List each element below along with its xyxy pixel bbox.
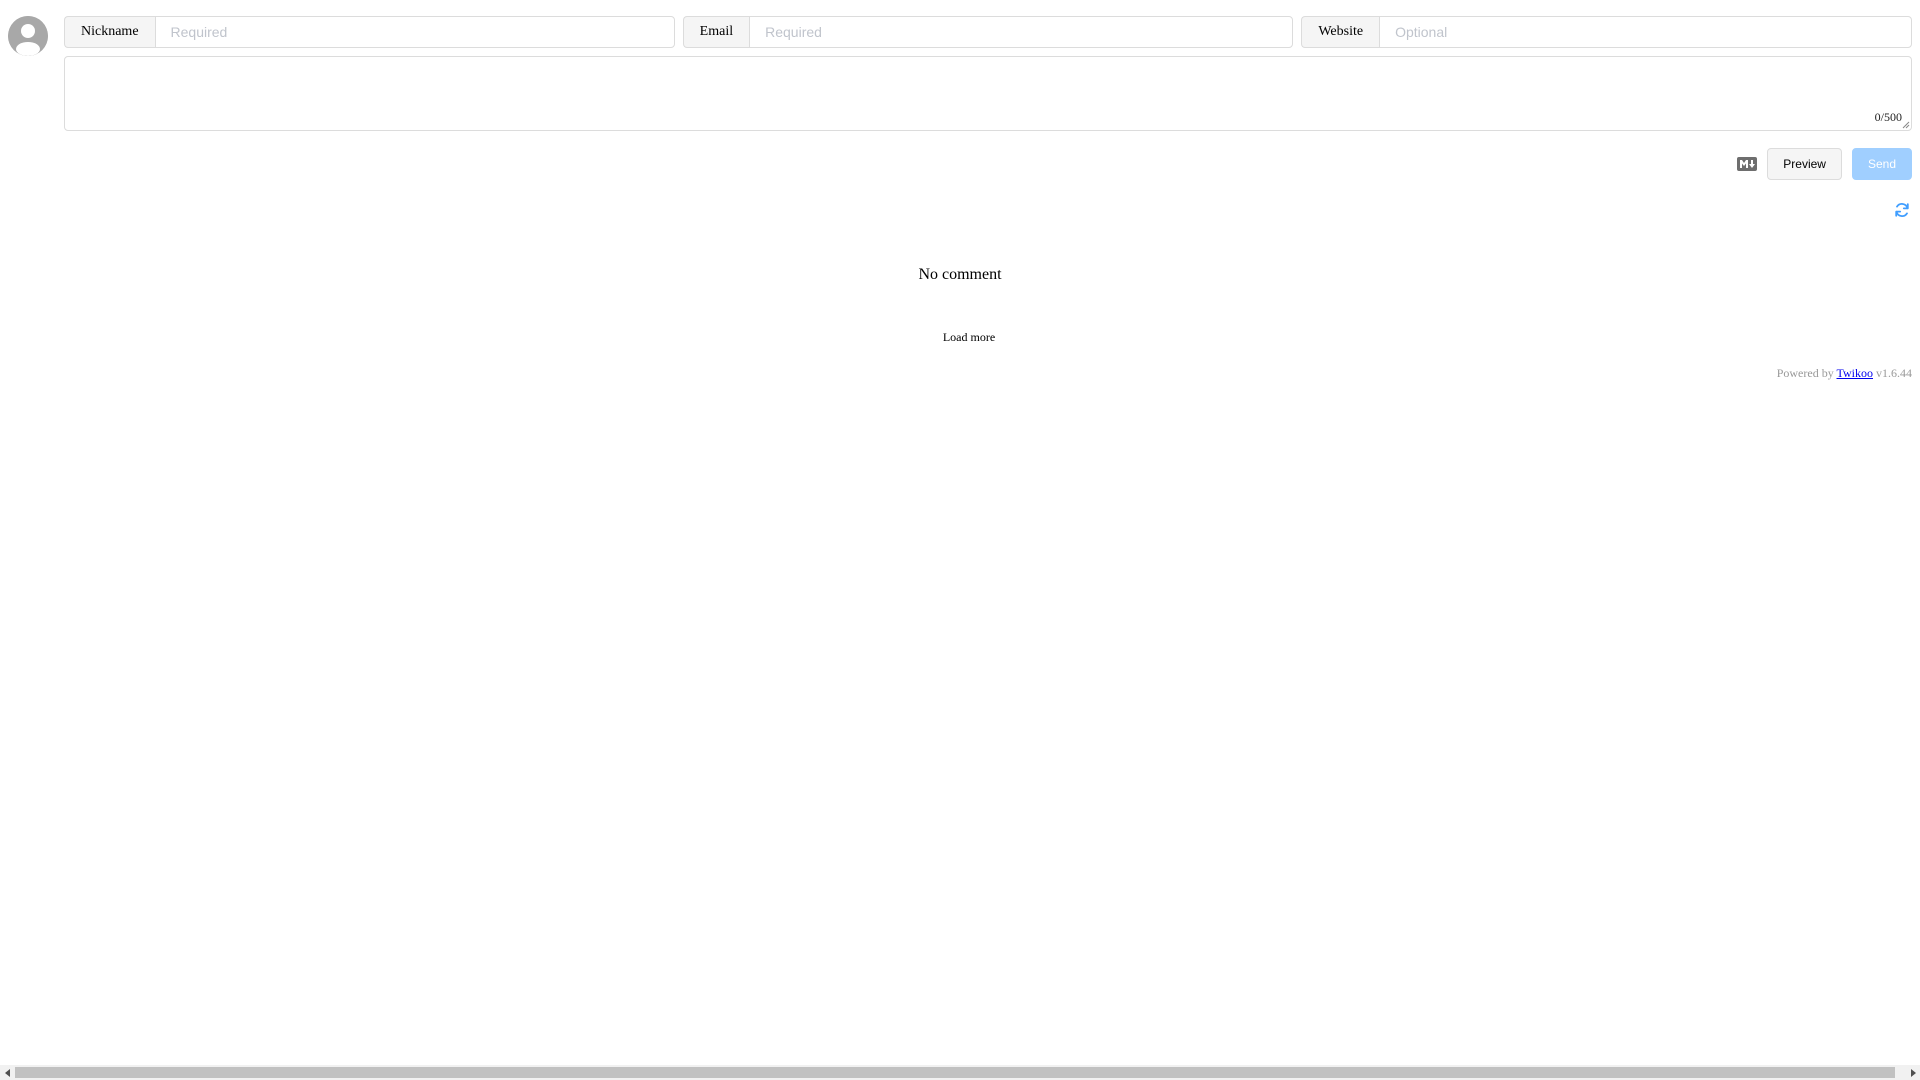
powered-by: Powered by Twikoo v1.6.44 (1777, 366, 1912, 381)
email-group: Email (682, 16, 1294, 48)
version-text: v1.6.44 (1876, 366, 1912, 380)
scroll-left-icon[interactable] (0, 1065, 15, 1080)
nickname-label: Nickname (64, 16, 155, 48)
website-label: Website (1301, 16, 1380, 48)
preview-button[interactable]: Preview (1767, 148, 1842, 180)
comment-editor-wrap: 0/500 (64, 56, 1912, 131)
empty-comments-text: No comment (918, 266, 1002, 283)
load-more-button[interactable]: Load more (0, 330, 1920, 345)
send-button[interactable]: Send (1851, 148, 1912, 180)
website-input[interactable] (1379, 16, 1913, 48)
scrollbar-thumb[interactable] (15, 1067, 1895, 1078)
meta-inputs: Nickname Email Website (64, 16, 1913, 48)
comment-widget: Nickname Email Website 0/500 Preview Sen… (0, 0, 1920, 1080)
refresh-icon[interactable] (1894, 202, 1910, 218)
website-group: Website (1301, 16, 1913, 48)
editor-actions: Preview Send (1737, 148, 1912, 180)
scroll-right-icon[interactable] (1905, 1065, 1920, 1080)
avatar-icon (8, 16, 48, 56)
nickname-input[interactable] (154, 16, 675, 48)
markdown-icon[interactable] (1737, 157, 1758, 171)
comment-textarea[interactable] (64, 56, 1912, 131)
email-label: Email (682, 16, 750, 48)
char-counter: 0/500 (1874, 110, 1902, 124)
powered-prefix: Powered by (1776, 366, 1834, 380)
horizontal-scrollbar[interactable] (0, 1065, 1920, 1080)
twikoo-link[interactable]: Twikoo (1837, 366, 1874, 380)
nickname-group: Nickname (64, 16, 675, 48)
resize-grip-icon[interactable] (1902, 121, 1910, 129)
email-input[interactable] (749, 16, 1294, 48)
